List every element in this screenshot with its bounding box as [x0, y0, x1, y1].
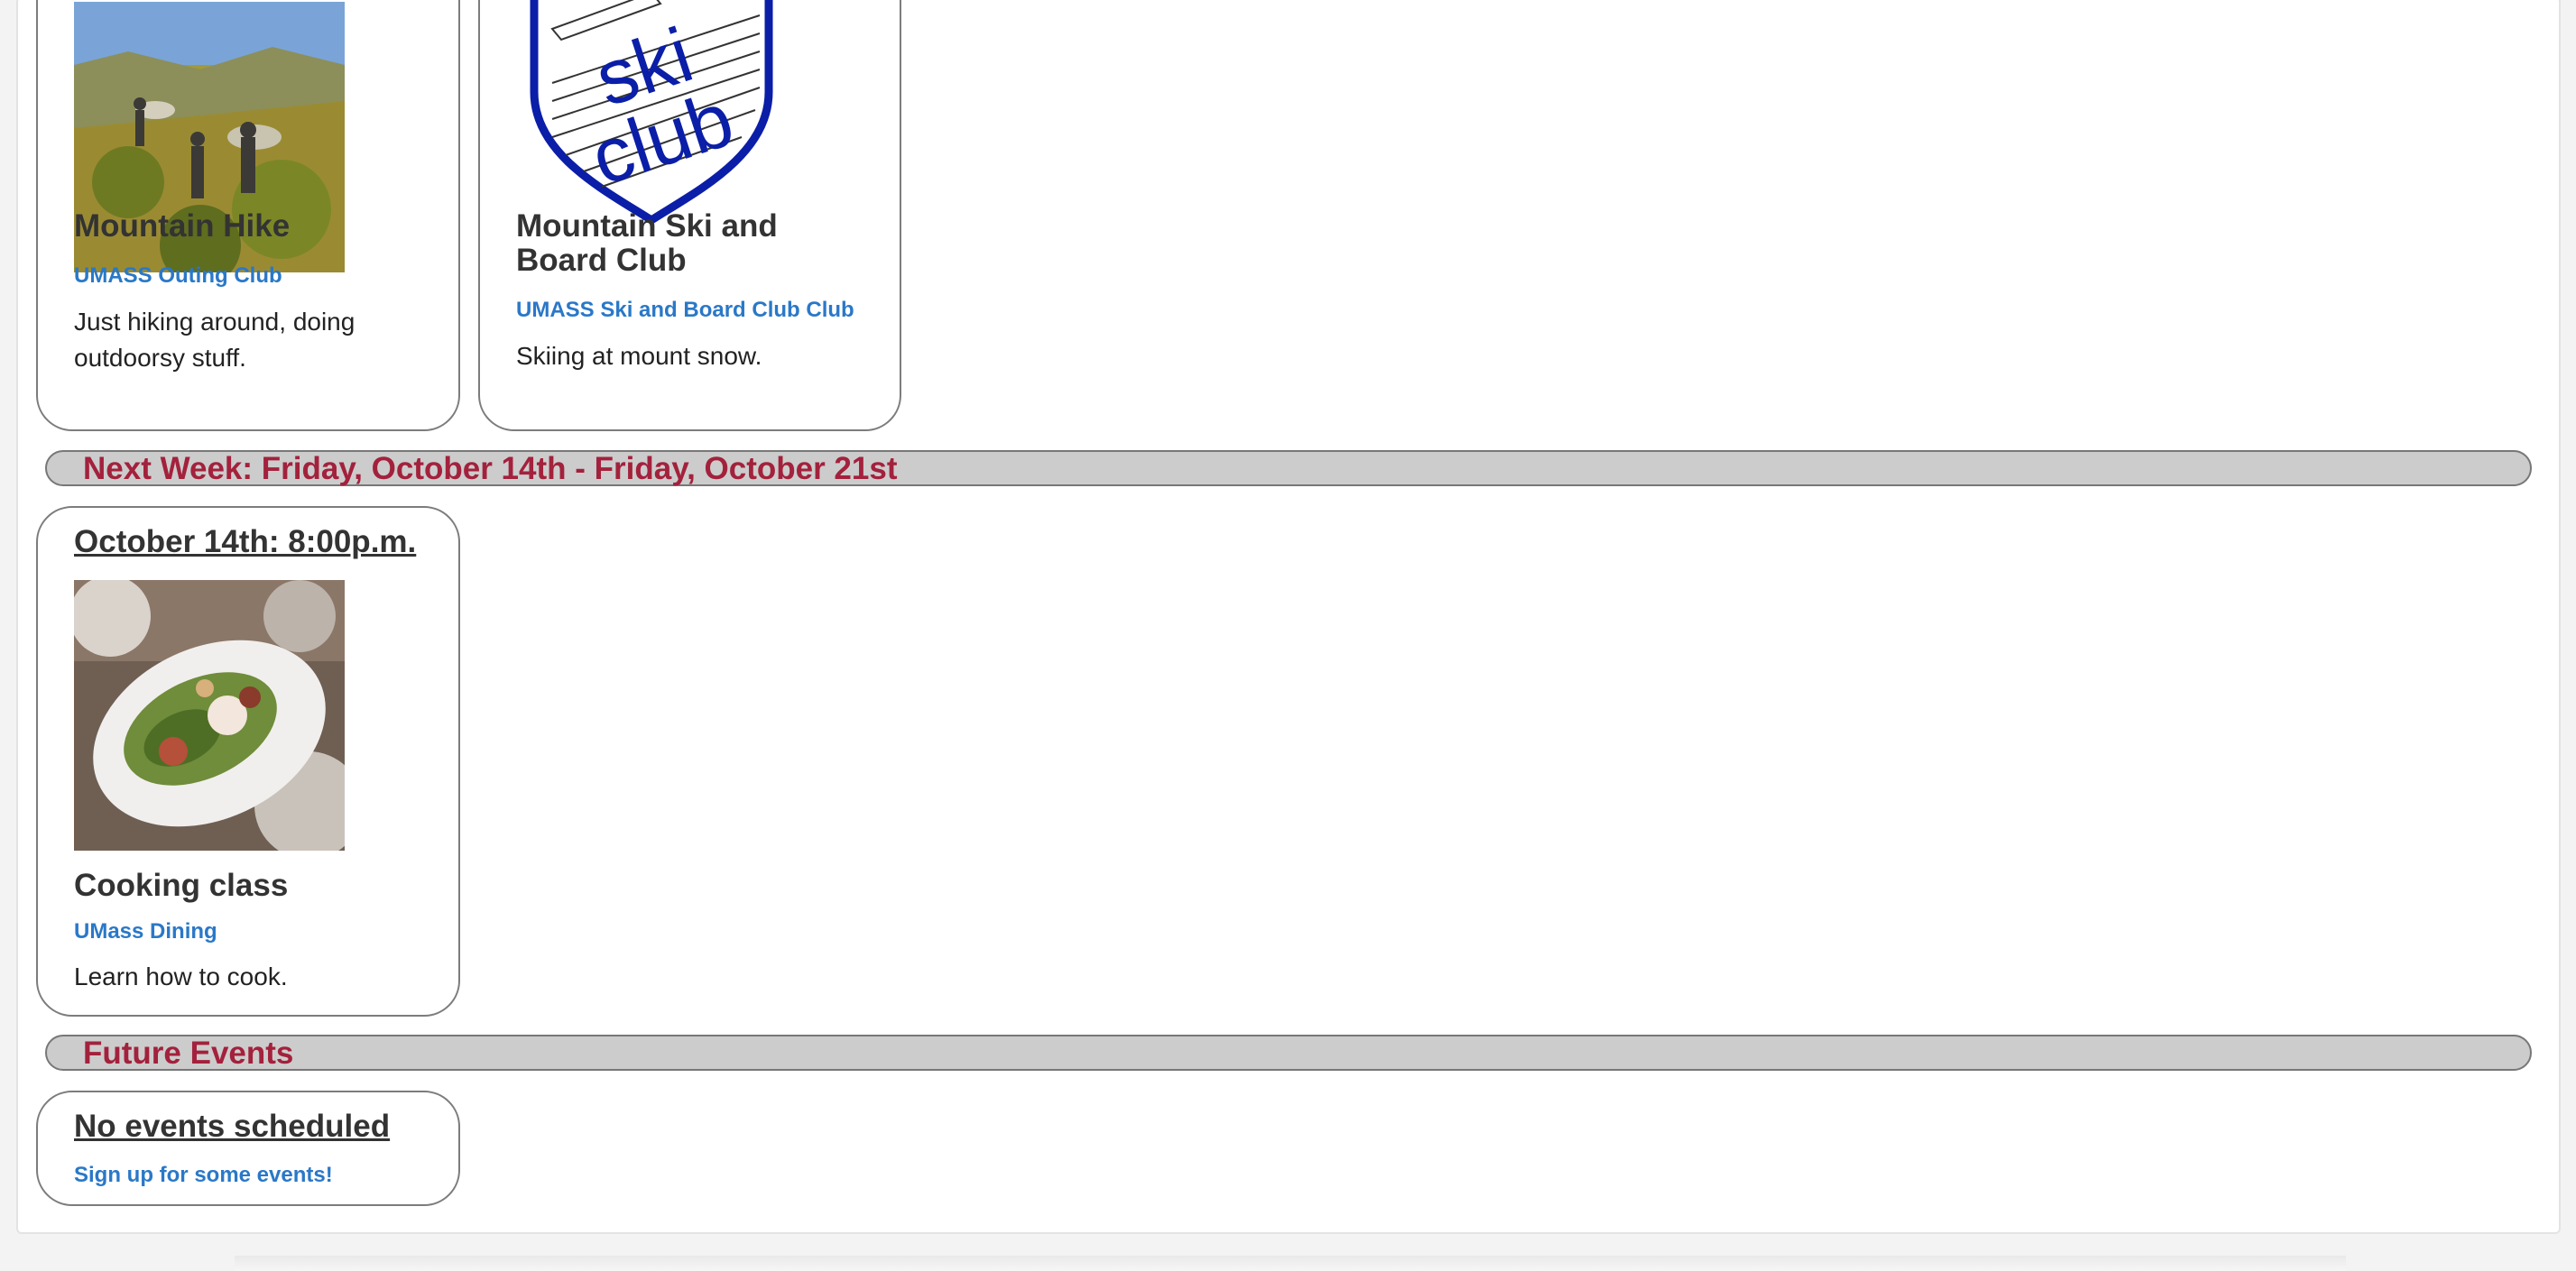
- event-datetime: October 14th: 8:00p.m.: [74, 524, 417, 559]
- event-organizer-link[interactable]: UMass Dining: [74, 919, 217, 944]
- event-title: Cooking class: [74, 868, 289, 903]
- signup-link[interactable]: Sign up for some events!: [74, 1163, 333, 1188]
- event-description: Learn how to cook.: [74, 962, 288, 990]
- ski-club-logo: ski club: [516, 0, 787, 226]
- event-title: Mountain Hike: [74, 208, 291, 244]
- event-card-cooking-class[interactable]: October 14th: 8:00p.m. Cooking class UMa…: [36, 506, 460, 1017]
- empty-events-card: No events scheduled Sign up for some eve…: [36, 1091, 460, 1206]
- empty-events-title: No events scheduled: [74, 1109, 391, 1144]
- event-organizer-link[interactable]: UMASS Outing Club: [74, 263, 282, 289]
- event-title: Mountain Ski and Board Club: [516, 208, 778, 278]
- event-card-mountain-hike[interactable]: Mountain Hike UMASS Outing Club Just hik…: [36, 0, 460, 431]
- event-description: Just hiking around, doing outdoorsy stuf…: [74, 308, 355, 372]
- event-organizer-link[interactable]: UMASS Ski and Board Club Club: [516, 298, 854, 323]
- event-description: Skiing at mount snow.: [516, 342, 762, 370]
- section-future-events: Future Events: [45, 1035, 2532, 1071]
- section-next-week: Next Week: Friday, October 14th - Friday…: [45, 450, 2532, 486]
- footer-shadow: [235, 1256, 2346, 1271]
- section-heading: Next Week: Friday, October 14th - Friday…: [83, 451, 898, 486]
- event-card-ski-club[interactable]: ski club Mountain Ski and Board Club UMA…: [478, 0, 901, 431]
- section-heading: Future Events: [83, 1036, 294, 1071]
- cooking-photo: [74, 580, 345, 851]
